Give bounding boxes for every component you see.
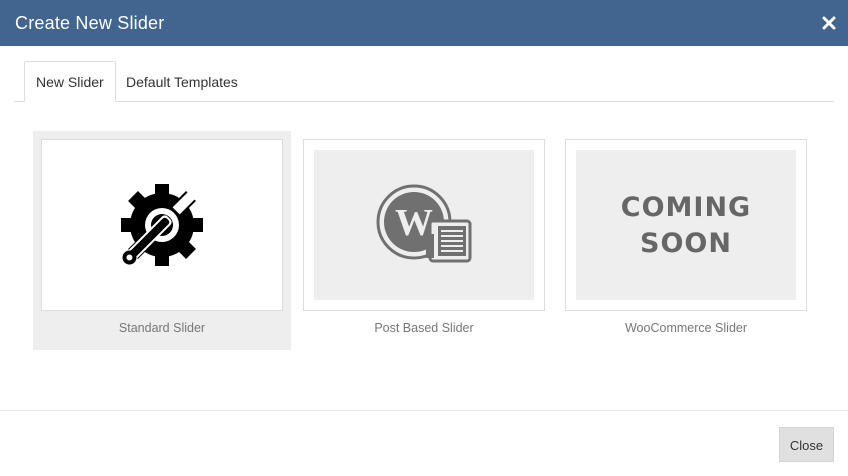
dialog-titlebar: Create New Slider: [0, 0, 848, 46]
gear-wrench-icon: [121, 184, 203, 266]
dialog-title: Create New Slider: [15, 13, 165, 33]
option-label: WooCommerce Slider: [624, 321, 748, 335]
coming-soon-line2: SOON: [640, 228, 732, 259]
option-woocommerce-slider[interactable]: COMING SOON WooCommerce Slider: [557, 131, 815, 350]
option-thumbnail: [41, 139, 283, 311]
coming-soon-badge: COMING SOON: [576, 150, 796, 300]
tab-new-slider[interactable]: New Slider: [24, 61, 116, 102]
tab-default-templates[interactable]: Default Templates: [114, 61, 250, 101]
option-thumbnail: W: [303, 139, 545, 311]
option-standard-slider[interactable]: Standard Slider: [33, 131, 291, 350]
coming-soon-line1: COMING: [620, 192, 752, 223]
dialog-footer: Close: [0, 410, 848, 476]
close-button[interactable]: Close: [779, 427, 834, 462]
option-thumbnail: COMING SOON: [565, 139, 807, 311]
option-label: Standard Slider: [118, 321, 206, 335]
close-icon[interactable]: [820, 14, 838, 32]
create-slider-dialog: Create New Slider New Slider Default Tem…: [0, 0, 848, 475]
tab-bar: New Slider Default Templates: [14, 61, 834, 102]
wordpress-post-icon: W: [376, 184, 472, 263]
option-label: Post Based Slider: [374, 321, 474, 335]
option-post-based-slider[interactable]: W Post Based Slider: [295, 131, 553, 350]
